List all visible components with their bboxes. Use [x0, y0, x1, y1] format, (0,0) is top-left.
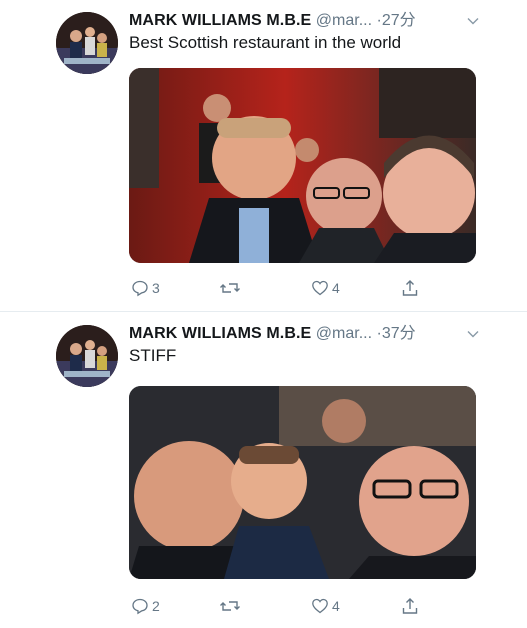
share-button[interactable]: [401, 277, 419, 299]
tweet-photo[interactable]: [129, 386, 476, 579]
retweet-button[interactable]: [219, 277, 244, 299]
chevron-down-icon[interactable]: [466, 14, 480, 28]
heart-icon: [311, 279, 329, 297]
reply-icon: [131, 597, 149, 615]
tweet-divider: [0, 311, 527, 312]
reply-button[interactable]: 2: [131, 595, 160, 617]
avatar[interactable]: [56, 325, 118, 387]
like-count: 4: [332, 598, 340, 614]
tweet-header: MARK WILLIAMS M.B.E @mar... ·27分: [129, 10, 489, 32]
tweet-photo[interactable]: [129, 68, 476, 263]
reply-button[interactable]: 3: [131, 277, 160, 299]
reply-count: 3: [152, 280, 160, 296]
share-button[interactable]: [401, 595, 419, 617]
retweet-icon: [219, 597, 241, 615]
reply-count: 2: [152, 598, 160, 614]
heart-icon: [311, 597, 329, 615]
share-icon: [401, 279, 419, 297]
timeline: MARK WILLIAMS M.B.E @mar... ·27分 Best Sc…: [0, 0, 527, 628]
author-handle[interactable]: @mar...: [316, 325, 372, 342]
author-name[interactable]: MARK WILLIAMS M.B.E: [129, 12, 311, 29]
tweet-text: STIFF: [129, 346, 177, 365]
avatar[interactable]: [56, 12, 118, 74]
author-handle[interactable]: @mar...: [316, 12, 372, 29]
tweet-text: Best Scottish restaurant in the world: [129, 33, 402, 52]
like-button[interactable]: 4: [311, 595, 340, 617]
chevron-down-icon[interactable]: [466, 327, 480, 341]
like-button[interactable]: 4: [311, 277, 340, 299]
reply-icon: [131, 279, 149, 297]
share-icon: [401, 597, 419, 615]
like-count: 4: [332, 280, 340, 296]
author-name[interactable]: MARK WILLIAMS M.B.E: [129, 325, 311, 342]
tweet[interactable]: MARK WILLIAMS M.B.E @mar... ·27分 Best Sc…: [0, 0, 527, 312]
timestamp[interactable]: 37分: [382, 325, 416, 342]
tweet-actions: 3 4: [129, 277, 476, 299]
timestamp[interactable]: 27分: [382, 12, 416, 29]
tweet-header: MARK WILLIAMS M.B.E @mar... ·37分: [129, 323, 489, 345]
tweet-actions: 2 4: [129, 595, 476, 617]
retweet-icon: [219, 279, 241, 297]
retweet-button[interactable]: [219, 595, 244, 617]
tweet[interactable]: MARK WILLIAMS M.B.E @mar... ·37分 STIFF 2…: [0, 313, 527, 628]
